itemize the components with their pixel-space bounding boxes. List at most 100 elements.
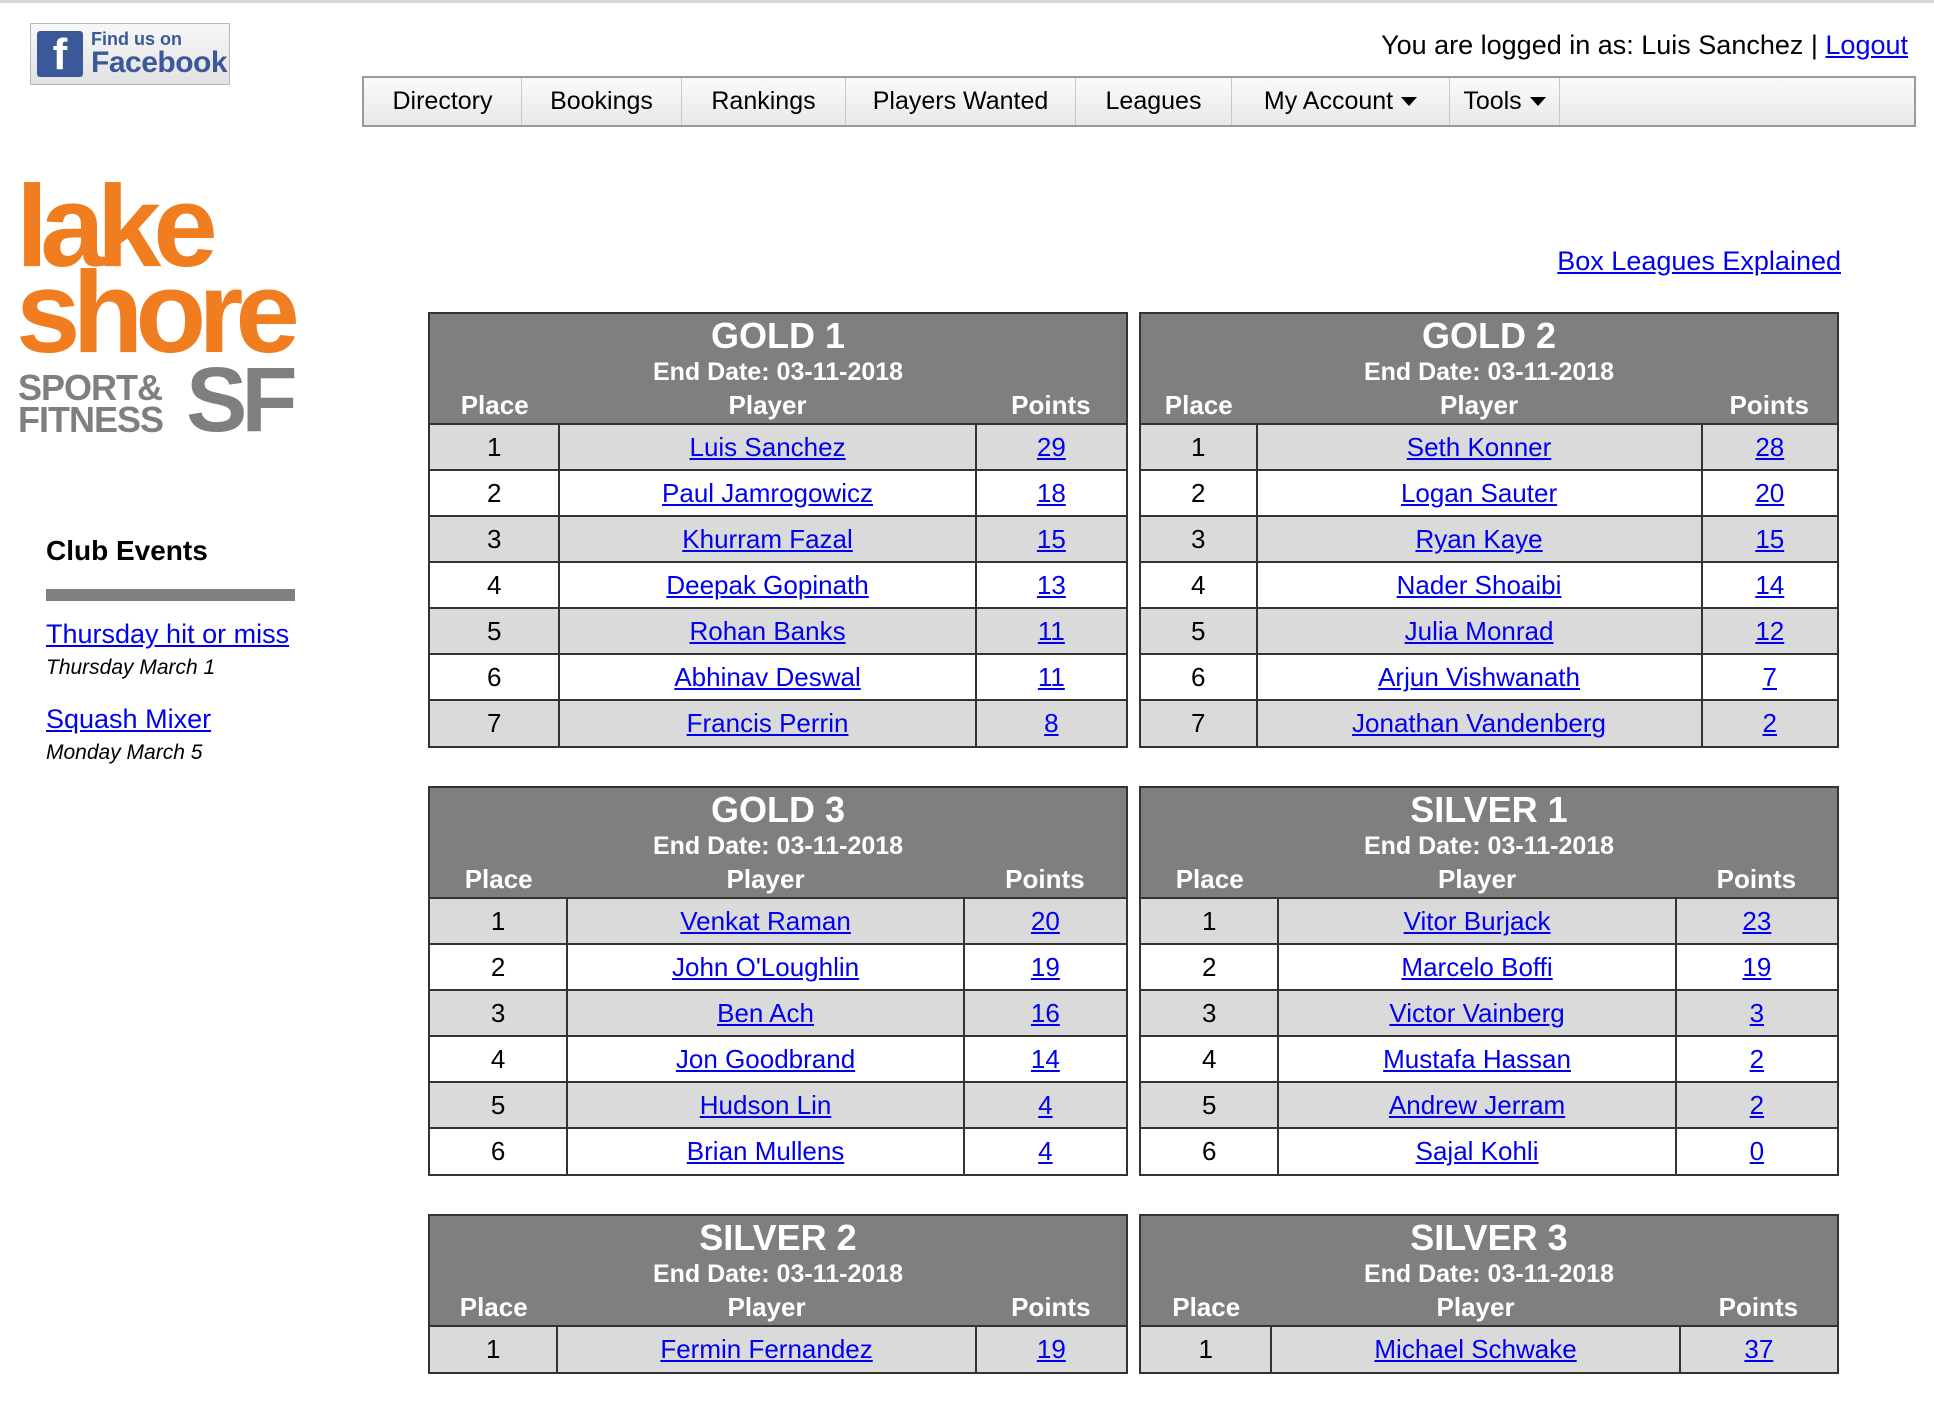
league-column-headers: Place Player Points [430,862,1126,898]
event-link[interactable]: Squash Mixer [46,704,211,734]
club-logo[interactable]: lake shore SPORT& FITNESS SF [16,168,316,450]
player-cell: Paul Jamrogowicz [558,469,976,516]
player-points-link[interactable]: 18 [1037,478,1066,508]
player-place: 4 [1141,1035,1279,1082]
player-place: 5 [430,607,560,654]
player-points-link[interactable]: 2 [1763,708,1777,738]
player-place: 6 [1141,1127,1279,1174]
player-points-link[interactable]: 15 [1755,524,1784,554]
player-name-link[interactable]: Luis Sanchez [689,432,845,462]
player-name-link[interactable]: Abhinav Deswal [674,662,860,692]
player-points-link[interactable]: 11 [1038,616,1065,646]
player-name-link[interactable]: Julia Monrad [1405,616,1554,646]
event-date: Thursday March 1 [46,656,216,679]
table-row: 1 Michael Schwake 37 [1141,1325,1837,1372]
player-name-link[interactable]: Venkat Raman [680,906,851,936]
player-name-link[interactable]: Francis Perrin [687,708,849,738]
player-points-link[interactable]: 2 [1750,1090,1764,1120]
points-cell: 14 [1700,561,1837,608]
player-place: 5 [430,1081,568,1128]
player-points-link[interactable]: 8 [1044,708,1058,738]
league-table: Place Player Points 1 Seth Konner 28 2 Logan Sa… [1141,388,1837,746]
player-points-link[interactable]: 37 [1744,1334,1773,1364]
points-cell: 19 [974,1325,1126,1372]
player-cell: Vitor Burjack [1277,897,1676,944]
player-points-link[interactable]: 29 [1037,432,1066,462]
event-link[interactable]: Thursday hit or miss [46,619,289,649]
table-row: 1 Seth Konner 28 [1141,423,1837,470]
player-points-link[interactable]: 20 [1031,906,1060,936]
nav-directory[interactable]: Directory [364,78,522,125]
player-name-link[interactable]: Rohan Banks [689,616,845,646]
player-points-link[interactable]: 19 [1031,952,1060,982]
box-leagues-explained-link[interactable]: Box Leagues Explained [1557,246,1841,277]
player-name-link[interactable]: Arjun Vishwanath [1378,662,1580,692]
league-box: SILVER 3 End Date: 03-11-2018 Place Player P… [1139,1214,1839,1374]
player-points-link[interactable]: 11 [1038,662,1065,692]
player-name-link[interactable]: Victor Vainberg [1389,998,1564,1028]
column-header-player: Player [559,388,976,424]
player-name-link[interactable]: Ben Ach [717,998,814,1028]
main-nav: Directory Bookings Rankings Players Want… [362,76,1916,127]
nav-my-account[interactable]: My Account [1232,78,1450,125]
player-name-link[interactable]: Hudson Lin [700,1090,832,1120]
player-name-link[interactable]: Seth Konner [1407,432,1552,462]
logout-link[interactable]: Logout [1825,30,1908,60]
player-name-link[interactable]: Michael Schwake [1374,1334,1576,1364]
player-points-link[interactable]: 20 [1755,478,1784,508]
player-name-link[interactable]: Andrew Jerram [1389,1090,1565,1120]
column-header-player: Player [1256,388,1702,424]
facebook-label: Facebook [91,46,228,79]
column-header-player: Player [557,1290,976,1326]
player-points-link[interactable]: 4 [1038,1090,1052,1120]
player-place: 6 [1141,653,1257,700]
player-name-link[interactable]: Mustafa Hassan [1383,1044,1571,1074]
player-points-link[interactable]: 23 [1742,906,1771,936]
nav-tools[interactable]: Tools [1450,78,1560,125]
player-points-link[interactable]: 7 [1763,662,1777,692]
player-cell: Khurram Fazal [558,515,976,562]
points-cell: 12 [1700,607,1837,654]
player-place: 1 [430,1325,558,1372]
league-end-date: End Date: 03-11-2018 [652,832,904,860]
nav-rankings[interactable]: Rankings [682,78,846,125]
player-place: 1 [1141,897,1279,944]
player-name-link[interactable]: Vitor Burjack [1404,906,1551,936]
player-name-link[interactable]: Jon Goodbrand [676,1044,855,1074]
player-points-link[interactable]: 14 [1031,1044,1060,1074]
player-name-link[interactable]: John O'Loughlin [672,952,859,982]
player-name-link[interactable]: Fermin Fernandez [660,1334,872,1364]
player-name-link[interactable]: Khurram Fazal [682,524,853,554]
player-name-link[interactable]: Logan Sauter [1401,478,1557,508]
table-row: 3 Ben Ach 16 [430,989,1126,1036]
player-points-link[interactable]: 19 [1742,952,1771,982]
player-points-link[interactable]: 13 [1037,570,1066,600]
player-name-link[interactable]: Brian Mullens [687,1136,845,1166]
player-name-link[interactable]: Jonathan Vandenberg [1352,708,1606,738]
player-points-link[interactable]: 28 [1755,432,1784,462]
player-points-link[interactable]: 0 [1750,1136,1764,1166]
player-points-link[interactable]: 2 [1750,1044,1764,1074]
top-rule [0,0,1934,3]
table-row: 1 Luis Sanchez 29 [430,423,1126,470]
player-points-link[interactable]: 19 [1037,1334,1066,1364]
column-header-place: Place [1141,388,1257,424]
player-points-link[interactable]: 16 [1031,998,1060,1028]
player-points-link[interactable]: 3 [1750,998,1764,1028]
player-name-link[interactable]: Ryan Kaye [1415,524,1542,554]
player-name-link[interactable]: Nader Shoaibi [1397,570,1562,600]
player-points-link[interactable]: 4 [1038,1136,1052,1166]
table-row: 7 Jonathan Vandenberg 2 [1141,699,1837,746]
nav-leagues[interactable]: Leagues [1076,78,1232,125]
player-name-link[interactable]: Paul Jamrogowicz [662,478,873,508]
player-name-link[interactable]: Marcelo Boffi [1401,952,1552,982]
nav-players-wanted[interactable]: Players Wanted [846,78,1076,125]
player-points-link[interactable]: 12 [1755,616,1784,646]
facebook-badge[interactable]: f Find us on Facebook [30,23,230,85]
player-name-link[interactable]: Sajal Kohli [1416,1136,1539,1166]
league-header: SILVER 2 End Date: 03-11-2018 [430,1216,1126,1290]
nav-bookings[interactable]: Bookings [522,78,682,125]
player-name-link[interactable]: Deepak Gopinath [666,570,868,600]
player-points-link[interactable]: 14 [1755,570,1784,600]
player-points-link[interactable]: 15 [1037,524,1066,554]
